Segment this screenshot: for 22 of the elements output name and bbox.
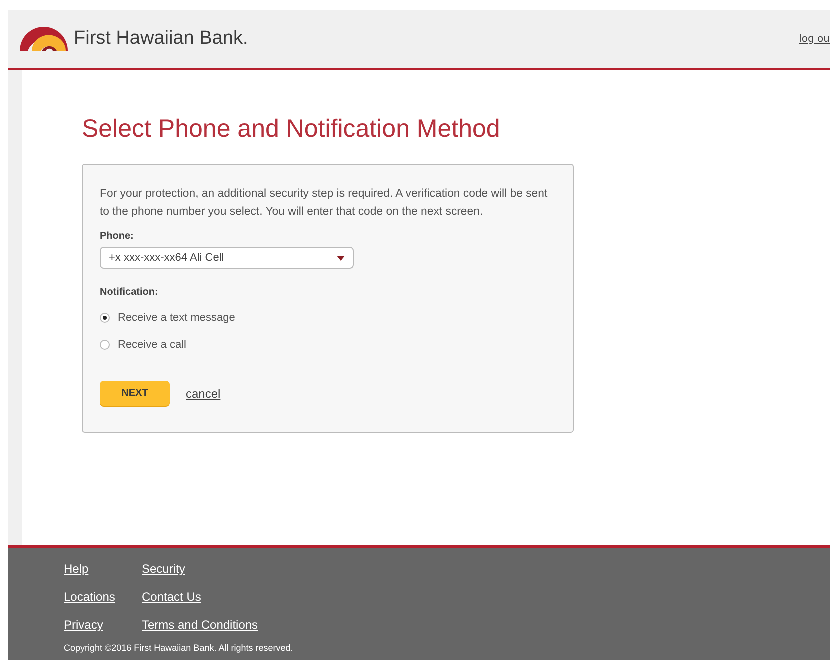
next-button[interactable]: NEXT <box>100 381 170 406</box>
intro-text: For your protection, an additional security step is required. A verification code will be sent to the phone number you select. You will enter that code on the next screen. <box>100 187 549 220</box>
footer-link[interactable]: Security <box>142 561 186 577</box>
radio-button[interactable] <box>100 340 110 350</box>
logout-link[interactable]: log ou <box>799 32 830 46</box>
page-title: Select Phone and Notification Method <box>82 114 502 144</box>
radio-button[interactable] <box>100 313 110 324</box>
phone-select[interactable]: +x xxx-xxx-xx64 Ali Cell <box>100 247 354 269</box>
footer-link[interactable]: Privacy <box>64 617 104 633</box>
logo-icon <box>20 27 68 51</box>
radio-label: Receive a call <box>118 338 186 352</box>
footer-link[interactable]: Locations <box>64 589 116 605</box>
phone-label: Phone: <box>100 231 134 242</box>
radio-label: Receive a text message <box>118 311 236 326</box>
brand-name: First Hawaiian Bank. <box>74 26 248 51</box>
caret-icon <box>337 256 345 260</box>
copyright-text: Copyright ©2016 First Hawaiian Bank. All rights reserved. <box>64 643 294 653</box>
footer-link[interactable]: Help <box>64 561 89 577</box>
footer-link[interactable]: Terms and Conditions <box>142 617 258 633</box>
notification-label: Notification: <box>100 287 158 298</box>
footer-link[interactable]: Contact Us <box>142 589 202 605</box>
cancel-link[interactable]: cancel <box>186 384 221 402</box>
